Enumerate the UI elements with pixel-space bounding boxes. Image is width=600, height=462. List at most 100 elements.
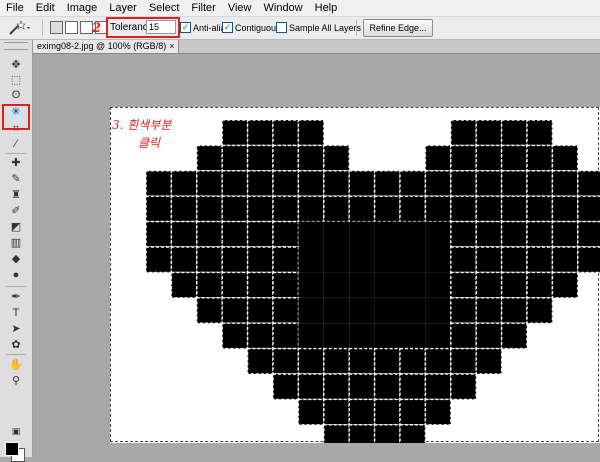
- heart-cell: [500, 322, 528, 350]
- move-tool-icon[interactable]: ✥: [8, 58, 24, 72]
- heart-cell: [500, 144, 528, 172]
- heart-cell: [170, 195, 198, 223]
- heart-cell: [526, 271, 554, 299]
- heart-cell: [323, 221, 350, 247]
- magic-wand-preset-icon[interactable]: [6, 19, 32, 37]
- heart-cell: [221, 170, 249, 197]
- close-tab-icon[interactable]: ×: [169, 41, 174, 51]
- heart-cell: [349, 323, 375, 349]
- heart-cell: [425, 221, 451, 247]
- heart-cell: [349, 247, 375, 273]
- heart-cell: [526, 297, 554, 324]
- heart-cell: [373, 195, 401, 223]
- heart-cell: [272, 373, 300, 401]
- heart-cell: [246, 220, 274, 248]
- contiguous-checkbox[interactable]: ✓ Contiguous: [222, 22, 281, 33]
- heart-cell: [297, 347, 325, 375]
- menu-select[interactable]: Select: [143, 0, 186, 16]
- heart-cell: [500, 297, 528, 324]
- menu-layer[interactable]: Layer: [103, 0, 143, 16]
- contiguous-label: Contiguous: [235, 22, 281, 33]
- marquee-tool-icon[interactable]: ⬚: [8, 73, 24, 87]
- heart-cell: [373, 398, 401, 426]
- heart-cell: [551, 246, 579, 274]
- heart-cell: [475, 347, 503, 375]
- heart-cell: [221, 220, 249, 248]
- add-to-selection-icon[interactable]: [65, 21, 78, 34]
- shape-tool-icon[interactable]: ✿: [8, 338, 24, 352]
- menu-help[interactable]: Help: [309, 0, 344, 16]
- heart-cell: [400, 247, 426, 273]
- heart-cell: [298, 323, 324, 349]
- refine-edge-button[interactable]: Refine Edge...: [363, 19, 433, 37]
- heart-cell: [399, 170, 427, 197]
- checkmark-icon: ✓: [222, 22, 233, 33]
- heart-cell: [450, 297, 477, 324]
- heart-cell: [425, 272, 451, 298]
- menu-edit[interactable]: Edit: [30, 0, 61, 16]
- menu-image[interactable]: Image: [61, 0, 104, 16]
- heart-cell: [348, 347, 376, 375]
- brush-tool-icon[interactable]: ✎: [8, 172, 24, 186]
- heart-cell: [323, 297, 350, 324]
- heart-cell: [399, 195, 427, 223]
- lasso-tool-icon[interactable]: ʘ: [8, 88, 24, 102]
- menu-view[interactable]: View: [222, 0, 258, 16]
- hand-tool-icon[interactable]: ✋: [8, 358, 24, 372]
- heart-cell: [551, 220, 579, 248]
- heart-cell: [170, 170, 198, 197]
- checkmark-icon: ✓: [180, 22, 191, 33]
- quick-mask-icon[interactable]: ▣: [8, 424, 24, 438]
- menu-window[interactable]: Window: [258, 0, 309, 16]
- dodge-tool-icon[interactable]: ●: [8, 268, 24, 282]
- eyedropper-tool-icon[interactable]: ∕: [8, 137, 24, 151]
- healing-brush-tool-icon[interactable]: ✚: [8, 156, 24, 170]
- heart-cell: [297, 119, 325, 147]
- heart-cell: [424, 195, 452, 223]
- annotation-step-3: 3. 흰색부분 클릭: [112, 116, 171, 152]
- history-brush-tool-icon[interactable]: ✐: [8, 204, 24, 218]
- new-selection-icon[interactable]: [50, 21, 63, 34]
- sample-all-layers-checkbox[interactable]: Sample All Layers: [276, 22, 361, 33]
- gradient-tool-icon[interactable]: ▥: [8, 236, 24, 250]
- panel-grip[interactable]: [4, 42, 28, 50]
- type-tool-icon[interactable]: T: [8, 306, 24, 320]
- heart-cell: [450, 144, 477, 172]
- heart-cell: [272, 220, 300, 248]
- blur-tool-icon[interactable]: ◆: [8, 252, 24, 266]
- heart-cell: [298, 272, 324, 298]
- pen-tool-icon[interactable]: ✒: [8, 290, 24, 304]
- heart-cell: [323, 347, 350, 375]
- heart-cell: [450, 119, 477, 147]
- eraser-tool-icon[interactable]: ◩: [8, 220, 24, 234]
- menu-file[interactable]: File: [0, 0, 30, 16]
- document-tab[interactable]: eximg08-2.jpg @ 100% (RGB/8) ×: [33, 40, 180, 53]
- foreground-color-swatch[interactable]: [5, 442, 19, 456]
- heart-cell: [425, 247, 451, 273]
- heart-cell: [323, 170, 350, 197]
- heart-cell: [221, 119, 249, 147]
- heart-cell: [373, 347, 401, 375]
- heart-cell: [374, 221, 400, 247]
- heart-cell: [349, 272, 375, 298]
- pixel-heart-image: [145, 119, 600, 443]
- heart-cell: [196, 170, 223, 197]
- heart-cell: [450, 170, 477, 197]
- clone-stamp-tool-icon[interactable]: ♜: [8, 188, 24, 202]
- image-canvas[interactable]: [110, 107, 600, 443]
- heart-cell: [323, 323, 350, 349]
- menu-filter[interactable]: Filter: [185, 0, 221, 16]
- heart-cell: [475, 246, 503, 274]
- heart-cell: [450, 271, 477, 299]
- zoom-tool-icon[interactable]: ⚲: [8, 374, 24, 388]
- heart-cell: [500, 170, 528, 197]
- heart-cell: [246, 170, 274, 197]
- heart-cell: [170, 271, 198, 299]
- heart-cell: [323, 195, 350, 223]
- path-selection-tool-icon[interactable]: ➤: [8, 322, 24, 336]
- heart-cell: [450, 322, 477, 350]
- separator: [6, 153, 26, 154]
- heart-cell: [399, 424, 427, 443]
- heart-cell: [551, 195, 579, 223]
- heart-cell: [298, 221, 324, 247]
